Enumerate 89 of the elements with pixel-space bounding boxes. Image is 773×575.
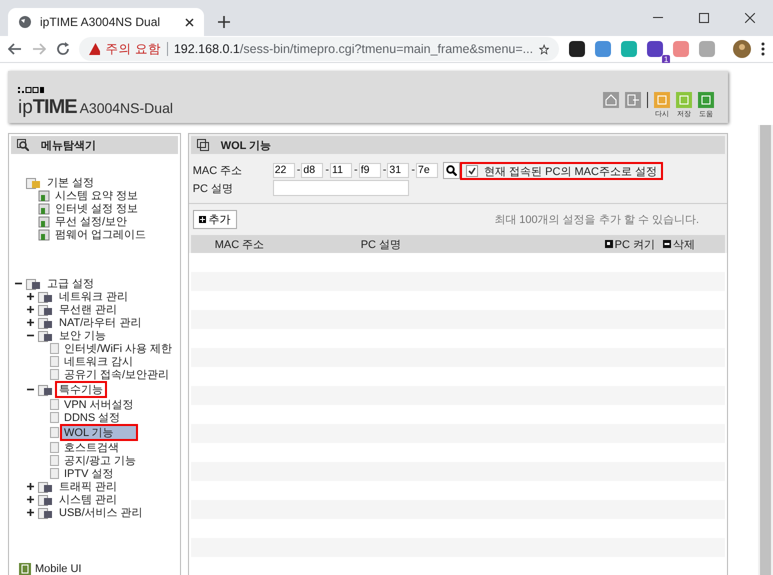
search-button[interactable] xyxy=(443,162,460,178)
tree-item[interactable]: WOL 기능 xyxy=(60,424,138,441)
page-icon xyxy=(50,343,59,354)
folder-icon xyxy=(38,384,54,396)
address-bar[interactable]: 주의 요함 192.168.0.1/sess-bin/timepro.cgi?tmenu=main_frame&smenu=... xyxy=(79,37,560,61)
separator: - xyxy=(382,164,386,176)
current-pc-option[interactable]: 현재 접속된 PC의 MAC주소로 설정 xyxy=(460,162,663,180)
collapse-icon[interactable] xyxy=(27,386,34,393)
back-icon[interactable] xyxy=(8,43,22,55)
panel-title: WOL 기능 xyxy=(220,138,272,152)
expand-icon[interactable] xyxy=(27,306,34,313)
reload-icon[interactable] xyxy=(56,42,70,56)
mac-octet-field[interactable]: d8 xyxy=(301,162,324,178)
logout-icon[interactable] xyxy=(625,92,641,108)
mac-octet-field[interactable]: 11 xyxy=(330,162,352,178)
mobile-ui-link[interactable]: Mobile UI xyxy=(9,563,180,575)
window-icon xyxy=(196,139,209,151)
mac-octet-field[interactable]: 7e xyxy=(416,162,438,178)
checkbox[interactable] xyxy=(466,165,478,177)
collapse-icon[interactable] xyxy=(27,332,34,339)
extension-icon[interactable] xyxy=(647,41,664,57)
close-icon[interactable] xyxy=(185,18,194,26)
tree-item[interactable]: 특수기능 xyxy=(55,381,107,398)
column-header: PC 설명 xyxy=(360,238,402,252)
page-icon xyxy=(50,412,59,423)
add-button[interactable]: 추가 xyxy=(192,210,237,229)
url-host: 192.168.0.1 xyxy=(174,42,240,56)
checkbox-label: 현재 접속된 PC의 MAC주소로 설정 xyxy=(484,164,657,178)
search-icon xyxy=(17,139,29,151)
pc-description-field[interactable] xyxy=(272,180,409,196)
column-header: MAC 주소 xyxy=(214,238,266,252)
close-icon[interactable] xyxy=(745,13,755,23)
folder-icon xyxy=(38,506,54,518)
minus-icon xyxy=(663,240,671,248)
minimize-icon[interactable] xyxy=(653,17,663,19)
expand-icon[interactable] xyxy=(27,496,34,503)
page-icon xyxy=(38,228,50,240)
mac-octet-field[interactable]: 22 xyxy=(272,162,295,178)
separator: - xyxy=(325,164,330,176)
logo-icon xyxy=(18,87,44,93)
warning-icon xyxy=(89,43,100,55)
page-icon xyxy=(50,369,59,380)
page-icon xyxy=(38,202,50,214)
table-action[interactable]: 삭제 xyxy=(663,236,695,252)
mac-octet-field[interactable]: f9 xyxy=(358,162,381,178)
plus-icon xyxy=(198,216,206,223)
check-icon xyxy=(468,167,476,175)
collapse-icon[interactable] xyxy=(15,280,22,287)
limit-note: 최대 100개의 설정을 추가 할 수 있습니다. xyxy=(494,213,699,227)
page-icon xyxy=(50,468,59,479)
folder-icon xyxy=(38,494,54,506)
folder-icon xyxy=(38,330,54,342)
expand-icon[interactable] xyxy=(27,509,34,516)
folder-icon xyxy=(38,316,54,328)
mac-octet-field[interactable]: 31 xyxy=(387,162,410,178)
avatar-icon[interactable] xyxy=(733,40,752,58)
field-label: PC 설명 xyxy=(192,182,234,196)
router-brand: ipTIMEA3004NS-Dual xyxy=(18,96,173,119)
separator: - xyxy=(354,164,358,176)
page-icon xyxy=(50,427,59,438)
expand-icon[interactable] xyxy=(27,483,34,490)
separator: - xyxy=(411,164,416,176)
home-icon[interactable] xyxy=(603,92,619,108)
folder-icon xyxy=(38,480,54,492)
folder-icon xyxy=(26,278,42,290)
page-icon xyxy=(50,442,59,453)
page-icon xyxy=(38,216,50,228)
maximize-icon[interactable] xyxy=(699,13,709,23)
page-icon xyxy=(38,190,50,202)
page-icon xyxy=(50,356,59,367)
security-warning: 주의 요함 xyxy=(106,40,162,58)
star-icon[interactable] xyxy=(539,42,550,56)
extension-icon[interactable] xyxy=(569,41,586,57)
sidebar-title: 메뉴탐색기 xyxy=(41,138,96,152)
folder-icon xyxy=(38,290,54,302)
page-icon xyxy=(50,455,59,466)
page-icon xyxy=(50,399,59,410)
browser-tab[interactable]: ipTIME A3004NS Dual xyxy=(8,8,204,36)
field-label: MAC 주소 xyxy=(192,164,244,178)
url-path: /sess-bin/timepro.cgi?tmenu=main_frame&smenu=... xyxy=(240,42,534,56)
new-tab-icon[interactable] xyxy=(218,16,230,28)
tab-title: ipTIME A3004NS Dual xyxy=(40,15,162,29)
folder-icon xyxy=(26,176,42,188)
separator: - xyxy=(296,164,300,176)
menu-icon[interactable] xyxy=(761,42,765,56)
folder-icon xyxy=(38,304,54,316)
expand-icon[interactable] xyxy=(27,293,34,300)
table-action[interactable]: PC 켜기 xyxy=(604,236,655,252)
expand-icon[interactable] xyxy=(27,319,34,326)
